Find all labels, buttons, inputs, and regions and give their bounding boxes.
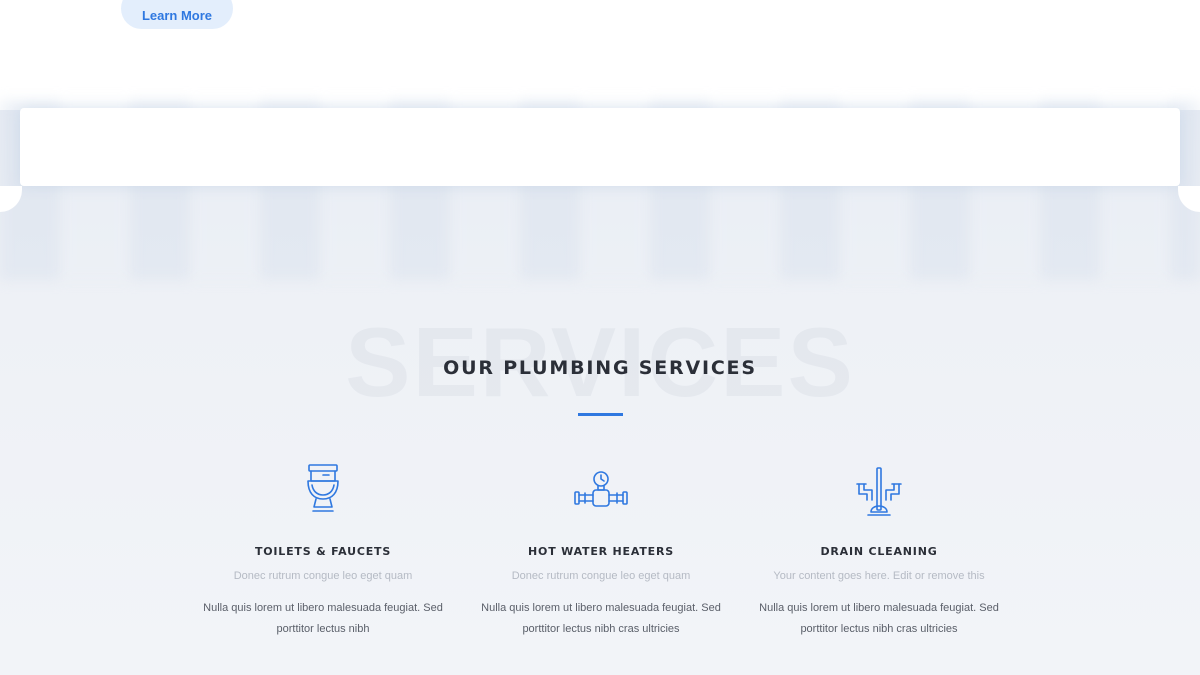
service-name: TOILETS & FAUCETS bbox=[254, 545, 392, 558]
learn-more-button[interactable]: Learn More bbox=[121, 0, 233, 29]
service-description: Nulla quis lorem ut libero malesuada feu… bbox=[481, 602, 721, 635]
service-subtitle: Donec rutrum congue leo eget quam bbox=[233, 570, 413, 582]
service-name: HOT WATER HEATERS bbox=[528, 545, 674, 558]
plunger-icon bbox=[856, 467, 902, 516]
toilet-icon bbox=[307, 464, 339, 512]
service-description: Nulla quis lorem ut libero malesuada feu… bbox=[203, 602, 443, 635]
service-card-water-heaters: HOT WATER HEATERS Donec rutrum congue le… bbox=[461, 460, 741, 640]
section-title: OUR PLUMBING SERVICES bbox=[443, 357, 757, 379]
water-heater-pipe-icon bbox=[574, 471, 628, 507]
service-description: Nulla quis lorem ut libero malesuada feu… bbox=[759, 602, 999, 635]
service-card-toilets: TOILETS & FAUCETS Donec rutrum congue le… bbox=[183, 460, 463, 640]
title-underline bbox=[578, 413, 623, 416]
service-card-drain-cleaning: DRAIN CLEANING Your content goes here. E… bbox=[739, 460, 1019, 640]
service-subtitle: Donec rutrum congue leo eget quam bbox=[511, 570, 691, 582]
floating-white-card bbox=[20, 108, 1180, 186]
service-subtitle: Your content goes here. Edit or remove t… bbox=[773, 570, 985, 582]
hero-bottom: Learn More bbox=[0, 0, 1200, 110]
service-name: DRAIN CLEANING bbox=[820, 545, 938, 558]
